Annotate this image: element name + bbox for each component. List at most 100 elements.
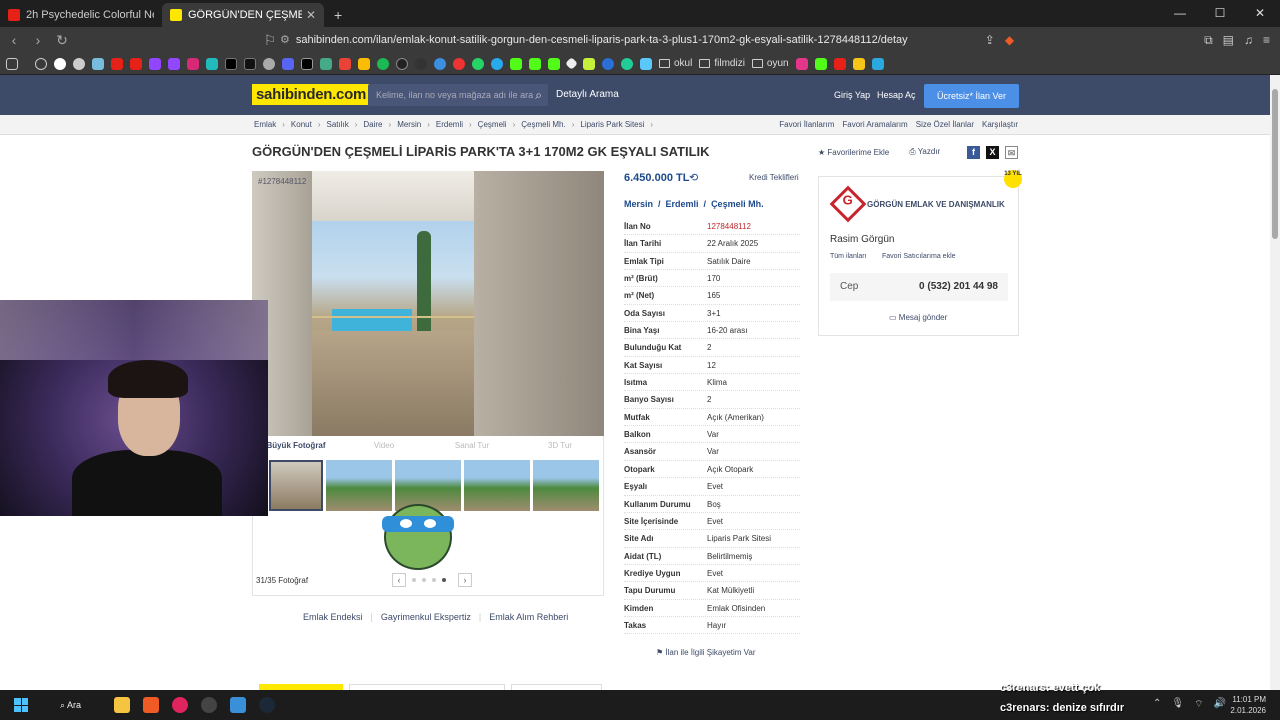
bookmark-icon-blue[interactable] (434, 57, 446, 70)
back-icon[interactable]: ‹ (4, 32, 24, 48)
media-icon[interactable]: ♫ (1244, 33, 1253, 47)
mic-icon[interactable]: 🎙 (1171, 698, 1184, 711)
discord-icon[interactable] (282, 57, 294, 70)
history-icon[interactable] (35, 57, 47, 70)
breadcrumb-item[interactable]: Liparis Park Sitesi (580, 115, 644, 135)
bookmark-icon-lime[interactable] (583, 57, 595, 70)
twitch-icon[interactable] (168, 57, 180, 70)
location-link[interactable]: Mersin (624, 199, 653, 209)
x-icon[interactable] (225, 57, 237, 70)
guide-link[interactable]: Emlak Alım Rehberi (489, 612, 568, 622)
brave-shield-icon[interactable]: ◆ (1005, 33, 1014, 47)
brave-icon[interactable] (143, 697, 159, 713)
pager-dot[interactable] (422, 578, 426, 582)
maximize-button[interactable]: ☐ (1200, 0, 1240, 27)
detailed-search-link[interactable]: Detaylı Arama (556, 84, 619, 106)
bookmark-icon-green[interactable] (92, 57, 104, 70)
chevron-up-icon[interactable]: ⌃ (1153, 698, 1161, 711)
windows-start-icon[interactable] (14, 698, 28, 712)
tiktok-icon[interactable] (244, 57, 256, 70)
thumbnail[interactable] (395, 460, 461, 511)
thumbnail[interactable] (533, 460, 599, 511)
github-icon[interactable] (415, 57, 427, 70)
twitch-icon[interactable] (149, 57, 161, 70)
sidebar-icon[interactable]: ▤ (1223, 33, 1234, 47)
breadcrumb-item[interactable]: Daire (363, 115, 382, 135)
chatgpt-icon[interactable] (73, 57, 85, 70)
user-link[interactable]: Favori İlanlarım (779, 115, 834, 135)
bookmark-icon-circle[interactable] (263, 57, 275, 70)
capcut-icon[interactable] (301, 57, 313, 70)
forward-icon[interactable]: › (28, 32, 48, 48)
bookmark-icon-paper[interactable] (871, 57, 884, 70)
next-page-icon[interactable]: › (458, 573, 472, 587)
firm-logo[interactable]: G (829, 185, 867, 223)
guide-link[interactable]: Emlak Endeksi (303, 612, 363, 622)
login-link[interactable]: Giriş Yap (834, 84, 870, 106)
media-tab[interactable]: Sanal Tur (428, 437, 516, 455)
facebook-icon[interactable]: f (967, 146, 980, 159)
close-window-button[interactable]: ✕ (1240, 0, 1280, 27)
page-scrollbar[interactable] (1270, 75, 1280, 690)
file-explorer-icon[interactable] (114, 697, 130, 713)
complaint-link[interactable]: ⚑ İlan ile İlgili Şikayetim Var (656, 648, 756, 657)
bookmark-icon-stripes[interactable] (320, 57, 332, 70)
media-tab[interactable]: Video (340, 437, 428, 455)
pager-dot[interactable] (432, 578, 436, 582)
user-link[interactable]: Favori Aramalarım (842, 115, 907, 135)
price-history-icon[interactable]: ⟲ (689, 171, 698, 184)
tab-youtube[interactable]: 2h Psychedelic Colorful Neon Backgr (0, 3, 162, 27)
obs-icon[interactable] (201, 697, 217, 713)
bookmark-icon-diamond[interactable] (565, 57, 578, 70)
tab-sahibinden[interactable]: GÖRGÜN'DEN ÇEŞMELİ LİPARİS ✕ (162, 3, 324, 27)
firm-name[interactable]: GÖRGÜN EMLAK VE DANIŞMANLIK (867, 200, 1005, 209)
phone-number[interactable]: 0 (532) 201 44 98 (919, 281, 998, 292)
url-field[interactable]: ⚙ sahibinden.com/ilan/emlak-konut-satilik… (280, 31, 1000, 49)
search-icon[interactable]: ⌕ (535, 84, 542, 106)
clock[interactable]: 11:01 PM 2.01.2026 (1230, 694, 1266, 716)
bookmark-icon-blue2[interactable] (602, 57, 614, 70)
kick-icon[interactable] (548, 57, 560, 70)
add-favorite-link[interactable]: ★ Favorilerime Ekle (818, 148, 889, 157)
bookmark-folder-filmdizi[interactable]: filmdizi (699, 58, 745, 69)
thumbnail[interactable] (464, 460, 530, 511)
bookmark-icon-pink[interactable] (795, 57, 808, 70)
breadcrumb-item[interactable]: Çeşmeli Mh. (521, 115, 565, 135)
breadcrumb-item[interactable]: Erdemli (436, 115, 463, 135)
photos-icon[interactable] (230, 697, 246, 713)
breadcrumb-item[interactable]: Çeşmeli (478, 115, 507, 135)
bookmark-folder-okul[interactable]: okul (659, 58, 692, 69)
close-tab-icon[interactable]: ✕ (306, 8, 316, 22)
drive-icon[interactable] (358, 57, 370, 70)
youtube-icon[interactable] (111, 57, 123, 70)
breadcrumb-item[interactable]: Emlak (254, 115, 276, 135)
site-search-input[interactable]: Kelime, ilan no veya mağaza adı ile ara … (368, 84, 548, 106)
main-photo[interactable]: #1278448112 (252, 171, 604, 436)
breadcrumb-item[interactable]: Satılık (326, 115, 348, 135)
print-link[interactable]: ⎙ Yazdır (909, 147, 940, 157)
bookmark-icon-red[interactable] (453, 57, 465, 70)
prev-page-icon[interactable]: ‹ (392, 573, 406, 587)
spotify-icon[interactable] (377, 57, 389, 70)
reload-icon[interactable]: ↻ (52, 32, 72, 49)
bookmark-folder-oyun[interactable]: oyun (751, 58, 789, 69)
youtube-icon[interactable] (833, 57, 846, 70)
new-tab-button[interactable]: + (324, 3, 352, 27)
kick-icon[interactable] (510, 57, 522, 70)
steam-icon[interactable] (259, 697, 275, 713)
taskbar-search[interactable]: ⌕ Ara (50, 694, 102, 716)
wifi-icon[interactable]: ⌔ (1194, 698, 1203, 711)
media-player-icon[interactable] (172, 697, 188, 713)
x-icon[interactable]: X (986, 146, 999, 159)
site-info-icon[interactable]: ⚙ (280, 34, 290, 46)
kick-icon[interactable] (529, 57, 541, 70)
media-tab[interactable]: 3D Tur (516, 437, 604, 455)
all-ads-link[interactable]: Tüm ilanları (830, 253, 867, 260)
google-icon[interactable] (54, 57, 66, 70)
whatsapp-icon[interactable] (472, 57, 484, 70)
location-link[interactable]: Erdemli (666, 199, 699, 209)
youtube-icon[interactable] (130, 57, 142, 70)
user-link[interactable]: Karşılaştır (982, 115, 1018, 135)
thumbnail[interactable] (269, 460, 323, 511)
thumbnail[interactable] (326, 460, 392, 511)
